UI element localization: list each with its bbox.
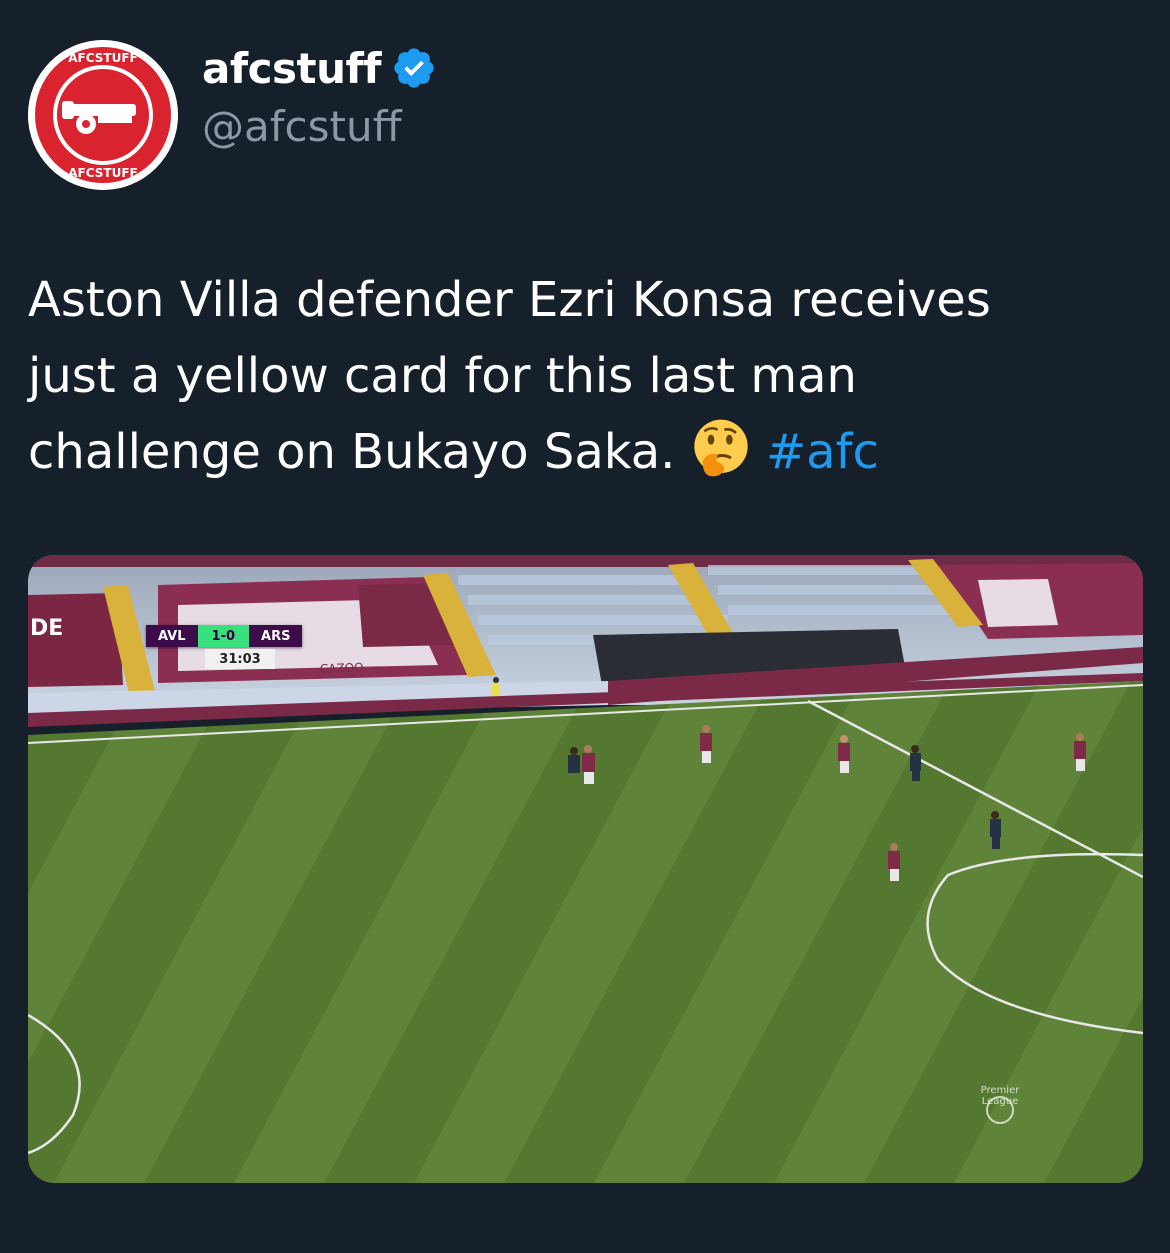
score-label: 1-0: [197, 625, 250, 647]
tweet-media-image[interactable]: CAZOO DE AVL 1-0 ARS 31:03 Premier Leagu…: [28, 555, 1143, 1183]
tweet-text-line-2: just a yellow card for this last man: [28, 348, 857, 404]
scoreboard: AVL 1-0 ARS: [146, 625, 303, 647]
verified-badge-icon: [394, 48, 434, 88]
avatar-ring-top-text: AFCSTUFF: [68, 51, 137, 65]
stand-sign-text: DE: [30, 616, 63, 641]
cazoo-board-text: CAZOO: [320, 660, 364, 676]
hashtag-link[interactable]: #afc: [766, 424, 879, 480]
author-avatar[interactable]: AFCSTUFF AFCSTUFF: [28, 40, 178, 190]
author-name-row: afcstuff: [202, 40, 437, 96]
match-clock: 31:03: [205, 649, 275, 669]
author-handle[interactable]: @afcstuff: [202, 102, 402, 151]
away-team-label: ARS: [249, 625, 303, 647]
tweet-text-line-1: Aston Villa defender Ezri Konsa receives: [28, 272, 991, 328]
premier-league-logo-text: Premier League: [980, 1085, 1020, 1107]
tweet-text: Aston Villa defender Ezri Konsa receives…: [28, 262, 1138, 490]
author-display-name[interactable]: afcstuff: [202, 44, 382, 93]
avatar-ring-bottom-text: AFCSTUFF: [68, 166, 137, 180]
afcstuff-cannon-logo-icon: AFCSTUFF AFCSTUFF: [28, 40, 178, 190]
tweet-text-line-3: challenge on Bukayo Saka.: [28, 424, 676, 480]
home-team-label: AVL: [146, 625, 198, 647]
thinking-face-emoji-icon: [694, 419, 748, 477]
